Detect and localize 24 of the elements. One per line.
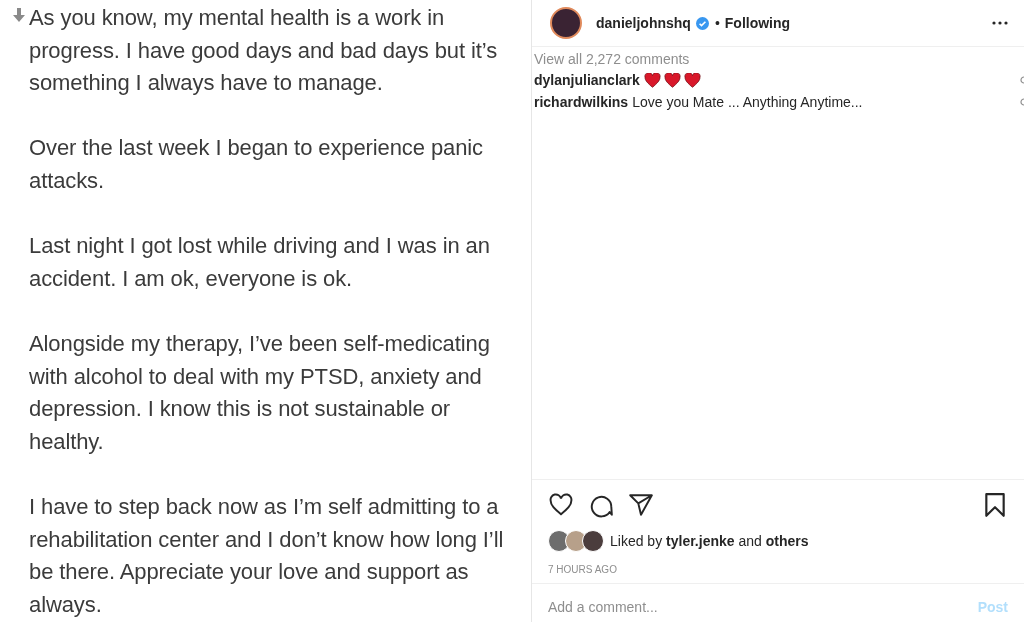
post-paragraph: As you know, my mental health is a work in progress. I have good days and bad days but it’s something I always have to manage. bbox=[29, 4, 499, 98]
liked-by-text[interactable]: Liked by tyler.jenke and others bbox=[610, 533, 809, 549]
more-options-icon[interactable] bbox=[992, 21, 1008, 25]
post-timestamp: 7 HOURS AGO bbox=[548, 564, 618, 575]
post-paragraph: I have to step back now as I’m self admitting to a rehabilitation center and I don’t know how long I’ll be there. Appreciate your love and support as always. bbox=[29, 492, 505, 619]
heart-emoji-icon bbox=[643, 72, 661, 88]
download-arrow-icon bbox=[13, 8, 25, 22]
like-heart-icon[interactable] bbox=[548, 492, 574, 518]
comment-input-field[interactable]: Add a comment... bbox=[548, 599, 978, 615]
comment-username[interactable]: dylanjulianclark bbox=[534, 72, 640, 88]
separator-dot: • bbox=[714, 15, 720, 31]
comment-username[interactable]: richardwilkins bbox=[534, 94, 629, 110]
heart-emoji-icon bbox=[663, 72, 681, 88]
profile-avatar[interactable] bbox=[550, 7, 582, 39]
share-plane-icon[interactable] bbox=[628, 492, 654, 518]
post-paragraph: Last night I got lost while driving and I was in an accident. I am ok, everyone is ok. bbox=[29, 232, 491, 293]
comment-text: Love you Mate ... Anything Anytime... bbox=[632, 94, 863, 110]
username-link[interactable]: danieljohnshq bbox=[596, 15, 691, 31]
bookmark-icon[interactable] bbox=[982, 492, 1008, 518]
heart-emoji-icon bbox=[683, 72, 701, 88]
following-status[interactable]: Following bbox=[724, 15, 791, 31]
liker-avatar bbox=[582, 530, 604, 552]
post-paragraph: Over the last week I began to experience panic attacks. bbox=[29, 134, 484, 195]
post-paragraph: Alongside my therapy, I’ve been self-medicating with alcohol to deal with my PTSD, anxiety and depression. I know this is not sustainable or healthy. bbox=[29, 329, 491, 456]
